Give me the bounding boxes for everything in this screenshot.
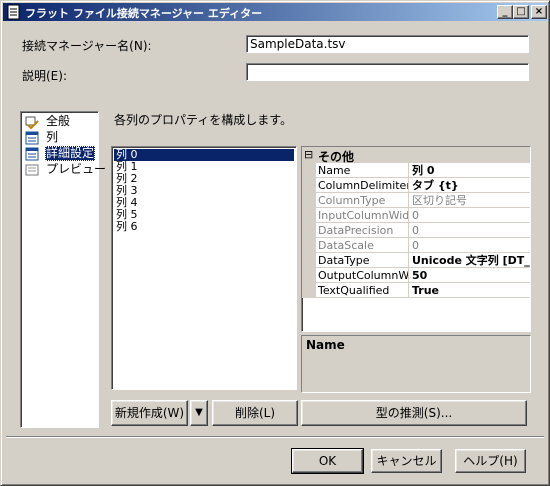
cancel-button[interactable]: キャンセル [371,449,442,473]
nav-label-advanced: 詳細設定 [45,146,96,161]
nav-label-preview: プレビュー [46,162,107,176]
property-name: DataPrecision [316,223,409,238]
property-gutter [302,223,316,238]
property-row-data-type[interactable]: DataType Unicode 文字列 [DT_WSTR] [302,253,530,268]
advanced-page-icon [25,147,39,161]
property-gutter [302,178,316,193]
window-title: フラット ファイル接続マネージャー エディター [25,7,263,20]
chevron-down-icon: ▼ [195,407,203,418]
property-name: InputColumnWidth [316,208,409,223]
collapse-icon[interactable]: ⊟ [304,148,313,161]
property-name: DataType [316,253,409,268]
property-row-data-scale[interactable]: DataScale 0 [302,238,530,253]
column-list-item[interactable]: 列 1 [114,161,294,173]
maximize-button[interactable]: □ [513,5,529,19]
property-row-output-column-width[interactable]: OutputColumnWidth 50 [302,268,530,283]
general-page-icon [25,116,39,129]
property-description-pane: Name [301,335,531,393]
new-column-button[interactable]: 新規作成(W) [111,400,188,426]
help-button[interactable]: ヘルプ(H) [455,449,526,473]
column-list[interactable]: 列 0 列 1 列 2 列 3 列 4 列 5 列 6 [111,146,297,390]
property-value[interactable]: 50 [409,268,530,283]
column-list-item[interactable]: 列 0 [114,149,294,161]
property-gutter [302,208,316,223]
property-name: ColumnType [316,193,409,208]
property-value[interactable]: True [409,283,530,298]
property-gutter [302,253,316,268]
property-value: 0 [409,208,530,223]
suggest-types-button[interactable]: 型の推測(S)... [301,400,527,426]
nav-label-general: 全般 [46,114,71,128]
preview-page-icon [25,164,39,176]
column-list-item[interactable]: 列 3 [114,185,294,197]
property-row-input-column-width[interactable]: InputColumnWidth 0 [302,208,530,223]
connection-name-value: SampleData.tsv [250,37,346,51]
property-name: Name [316,163,409,178]
column-list-item[interactable]: 列 6 [114,221,294,233]
property-row-text-qualified[interactable]: TextQualified True [302,283,530,298]
property-gutter [302,238,316,253]
column-list-item[interactable]: 列 4 [114,197,294,209]
column-list-item[interactable]: 列 5 [114,209,294,221]
property-gutter [302,163,316,178]
property-name: TextQualified [316,283,409,298]
footer-divider [6,436,544,438]
connection-name-label: 接続マネージャー名(N): [22,39,152,53]
property-value: 0 [409,223,530,238]
property-value: 0 [409,238,530,253]
property-value[interactable]: Unicode 文字列 [DT_WSTR] [409,253,530,268]
maximize-icon: □ [516,6,526,17]
column-list-item[interactable]: 列 2 [114,173,294,185]
property-gutter [302,283,316,298]
minimize-button[interactable]: _ [497,5,513,19]
property-value[interactable]: 列 0 [409,163,530,178]
property-name: OutputColumnWidth [316,268,409,283]
nav-label-columns: 列 [46,130,59,144]
property-gutter [302,193,316,208]
property-description-title: Name [306,338,345,352]
property-name: ColumnDelimiter [316,178,409,193]
app-icon [7,4,20,20]
property-value: 区切り記号 [409,193,530,208]
property-category-row[interactable]: ⊟ その他 [302,147,530,164]
page-header: 各列のプロパティを構成します。 [114,113,293,127]
new-column-dropdown-button[interactable]: ▼ [190,400,208,426]
description-input[interactable] [246,63,529,81]
property-gutter [302,268,316,283]
property-name: DataScale [316,238,409,253]
title-bar[interactable]: フラット ファイル接続マネージャー エディター _ □ × [3,3,547,21]
close-button[interactable]: × [531,5,547,19]
page-nav-list: 全般 列 詳細設定 プレビュー [20,111,106,428]
delete-column-button[interactable]: 削除(L) [212,400,298,426]
close-icon: × [534,6,544,17]
connection-name-input[interactable]: SampleData.tsv [246,35,529,53]
minimize-icon: _ [502,6,508,17]
property-row-name[interactable]: Name 列 0 [302,163,530,178]
property-value[interactable]: タブ {t} [409,178,530,193]
description-label: 説明(E): [22,69,67,83]
property-row-column-delimiter[interactable]: ColumnDelimiter タブ {t} [302,178,530,193]
ok-button[interactable]: OK [291,448,364,474]
property-row-data-precision[interactable]: DataPrecision 0 [302,223,530,238]
property-grid[interactable]: ⊟ その他 Name 列 0 ColumnDelimiter タブ {t} Co… [301,146,531,332]
property-row-column-type[interactable]: ColumnType 区切り記号 [302,193,530,208]
columns-page-icon [25,131,39,145]
